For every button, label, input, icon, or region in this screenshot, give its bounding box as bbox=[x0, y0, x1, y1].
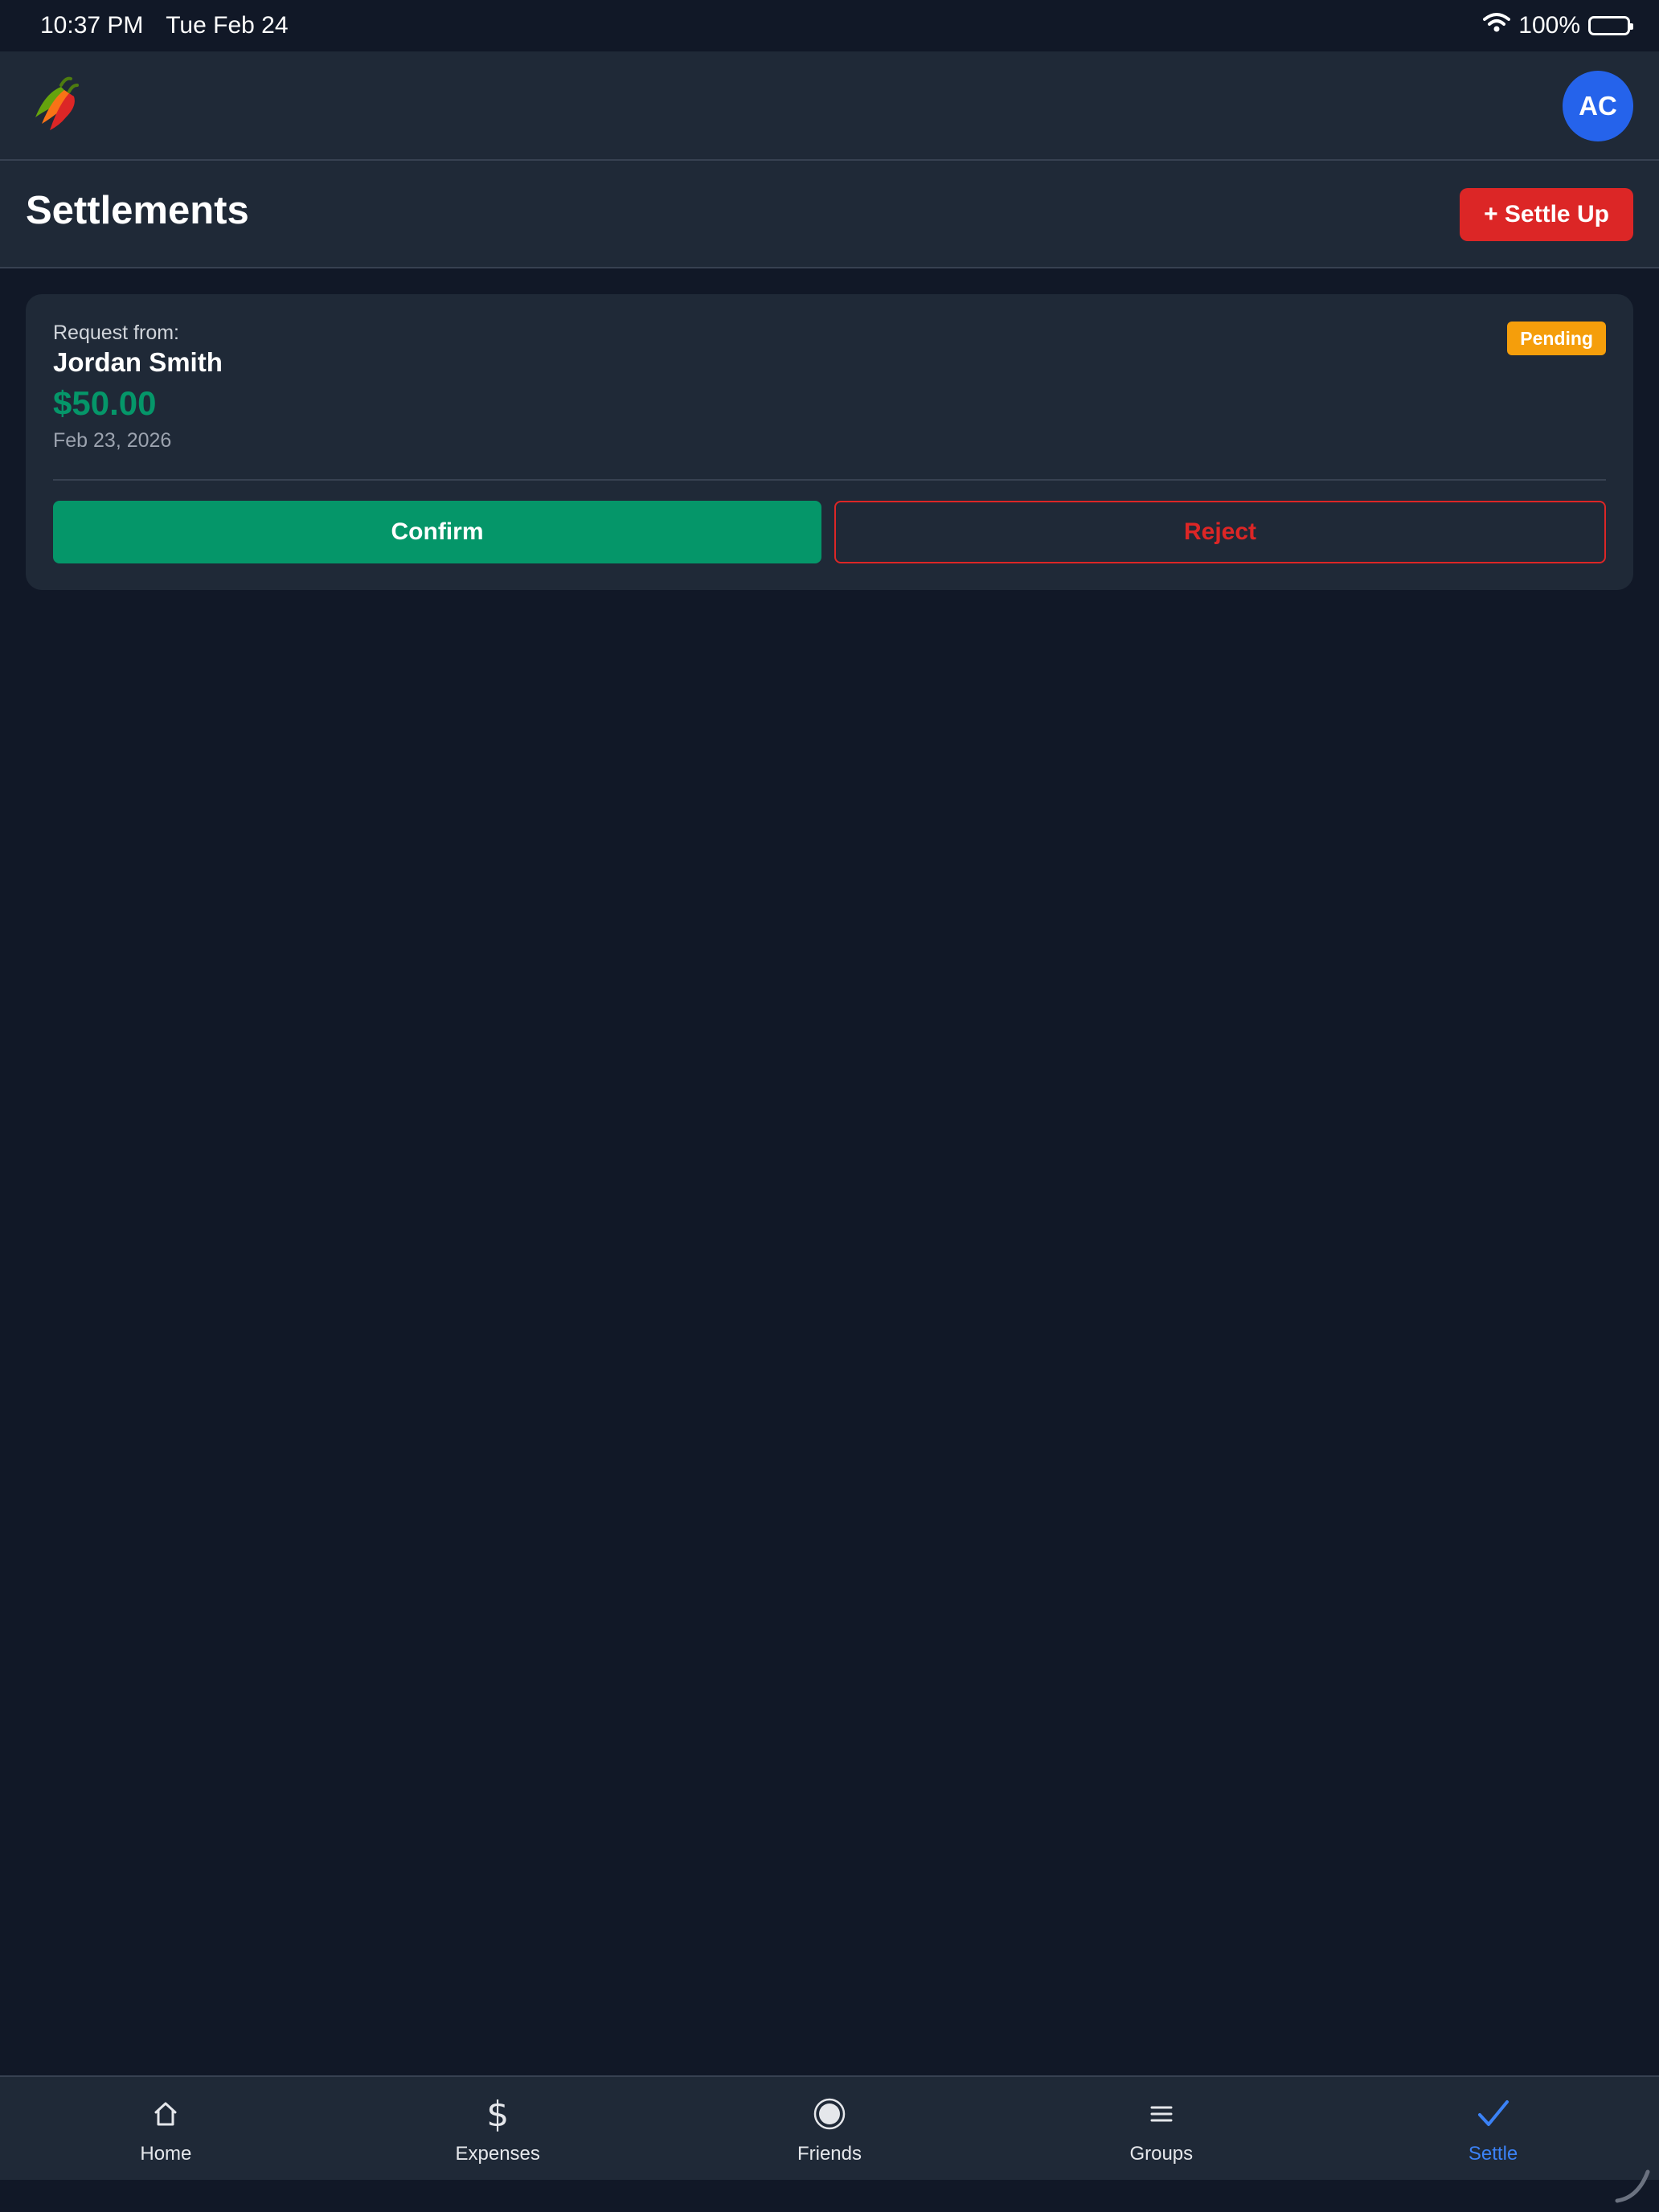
settlement-amount: $50.00 bbox=[53, 384, 157, 422]
chili-pepper-logo-icon[interactable] bbox=[29, 72, 93, 137]
status-time-date: 10:37 PM Tue Feb 24 bbox=[40, 12, 305, 39]
app-header: AC bbox=[0, 51, 1659, 161]
confirm-button[interactable]: Confirm bbox=[53, 501, 821, 563]
settlement-card: Request from: Jordan Smith $50.00 Feb 23… bbox=[26, 294, 1633, 590]
check-icon bbox=[1474, 2095, 1513, 2133]
requester-name: Jordan Smith bbox=[53, 347, 223, 377]
reject-button[interactable]: Reject bbox=[834, 501, 1606, 563]
battery-percent: 100% bbox=[1518, 12, 1580, 39]
nav-item-home[interactable]: Home bbox=[0, 2077, 332, 2180]
dollar-icon: $ bbox=[486, 2093, 510, 2135]
page-title: Settlements bbox=[26, 189, 249, 232]
friends-icon bbox=[810, 2095, 849, 2133]
status-indicators: 100% bbox=[1483, 12, 1633, 39]
battery-icon bbox=[1588, 16, 1633, 35]
nav-label-settle: Settle bbox=[1468, 2143, 1518, 2165]
nav-label-home: Home bbox=[140, 2143, 192, 2165]
nav-item-friends[interactable]: Friends bbox=[664, 2077, 996, 2180]
status-bar: 10:37 PM Tue Feb 24 100% bbox=[0, 0, 1659, 51]
home-icon bbox=[146, 2095, 185, 2133]
nav-label-friends: Friends bbox=[797, 2143, 862, 2165]
groups-icon bbox=[1142, 2095, 1181, 2133]
bottom-nav: Home $ Expenses Friends Groups Settle bbox=[0, 2075, 1659, 2180]
status-time: 10:37 PM bbox=[40, 12, 144, 39]
nav-item-expenses[interactable]: $ Expenses bbox=[332, 2077, 664, 2180]
status-badge: Pending bbox=[1507, 322, 1606, 355]
avatar[interactable]: AC bbox=[1563, 71, 1633, 141]
nav-label-groups: Groups bbox=[1129, 2143, 1194, 2165]
nav-label-expenses: Expenses bbox=[455, 2143, 540, 2165]
settle-up-button[interactable]: + Settle Up bbox=[1460, 188, 1633, 241]
resize-corner-icon bbox=[1614, 2167, 1651, 2204]
status-date: Tue Feb 24 bbox=[166, 12, 289, 39]
request-from-label: Request from: bbox=[53, 322, 180, 344]
wifi-icon bbox=[1483, 12, 1511, 39]
settlement-date: Feb 23, 2026 bbox=[53, 429, 172, 452]
nav-item-settle[interactable]: Settle bbox=[1327, 2077, 1659, 2180]
page-header: Settlements + Settle Up bbox=[0, 161, 1659, 268]
nav-item-groups[interactable]: Groups bbox=[995, 2077, 1327, 2180]
card-divider bbox=[53, 479, 1606, 481]
